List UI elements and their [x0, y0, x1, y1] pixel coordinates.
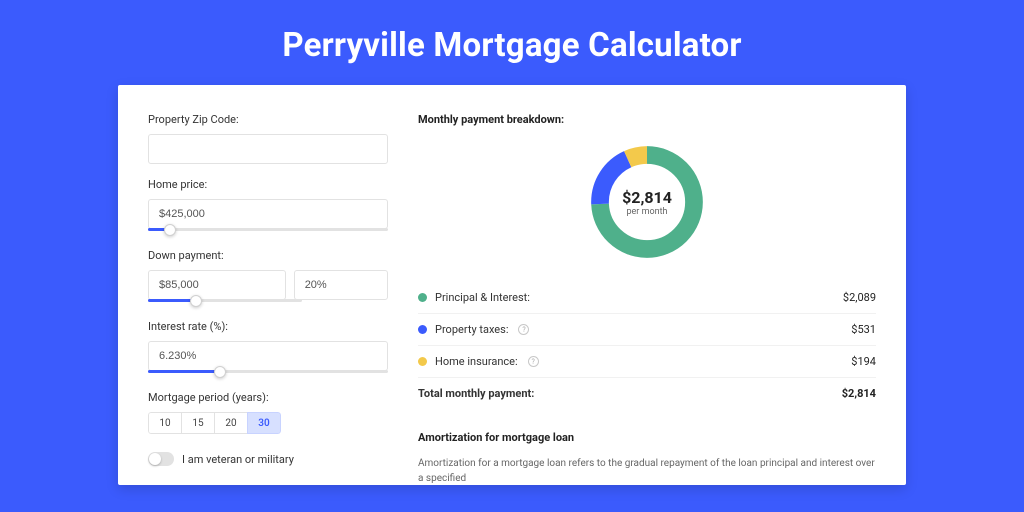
breakdown-panel: Monthly payment breakdown: $2,814 per mo…: [418, 113, 876, 485]
dot-icon: [418, 357, 427, 366]
slider-thumb[interactable]: [164, 224, 176, 236]
interest-input[interactable]: [148, 341, 388, 371]
down-payment-field: Down payment:: [148, 249, 388, 302]
period-label: Mortgage period (years):: [148, 391, 388, 404]
zip-field: Property Zip Code:: [148, 113, 388, 164]
interest-field: Interest rate (%):: [148, 320, 388, 373]
down-payment-pct-input[interactable]: [294, 270, 388, 300]
donut-center: $2,814 per month: [585, 140, 709, 264]
slider-fill: [148, 370, 220, 373]
period-field: Mortgage period (years): 10 15 20 30: [148, 391, 388, 434]
home-price-slider[interactable]: [148, 228, 388, 231]
period-20[interactable]: 20: [214, 412, 248, 434]
down-payment-slider[interactable]: [148, 299, 302, 302]
total-value: $2,814: [842, 387, 876, 400]
home-price-label: Home price:: [148, 178, 388, 191]
legend-value: $531: [851, 323, 876, 336]
home-price-input[interactable]: [148, 199, 388, 229]
info-icon[interactable]: ?: [518, 324, 529, 335]
slider-thumb[interactable]: [190, 295, 202, 307]
period-buttons: 10 15 20 30: [148, 412, 281, 434]
veteran-row: I am veteran or military: [148, 452, 388, 466]
page-title: Perryville Mortgage Calculator: [0, 0, 1024, 85]
legend-principal: Principal & Interest: $2,089: [418, 282, 876, 314]
zip-input[interactable]: [148, 134, 388, 164]
veteran-toggle[interactable]: [148, 452, 174, 466]
dot-icon: [418, 293, 427, 302]
breakdown-heading: Monthly payment breakdown:: [418, 113, 876, 126]
period-10[interactable]: 10: [148, 412, 182, 434]
legend-insurance: Home insurance: ? $194: [418, 346, 876, 378]
home-price-field: Home price:: [148, 178, 388, 231]
interest-label: Interest rate (%):: [148, 320, 388, 333]
legend-taxes: Property taxes: ? $531: [418, 314, 876, 346]
amortization-heading: Amortization for mortgage loan: [418, 431, 876, 444]
interest-slider[interactable]: [148, 370, 388, 373]
veteran-label: I am veteran or military: [182, 453, 294, 466]
legend-label: Principal & Interest:: [435, 291, 530, 304]
slider-fill: [148, 299, 196, 302]
zip-label: Property Zip Code:: [148, 113, 388, 126]
form-panel: Property Zip Code: Home price: Down paym…: [148, 113, 388, 485]
total-label: Total monthly payment:: [418, 387, 534, 400]
legend-label: Property taxes:: [435, 323, 508, 336]
donut-chart: $2,814 per month: [585, 140, 709, 264]
legend-value: $2,089: [843, 291, 876, 304]
info-icon[interactable]: ?: [528, 356, 539, 367]
legend-total: Total monthly payment: $2,814: [418, 378, 876, 409]
period-30[interactable]: 30: [247, 412, 281, 434]
down-payment-label: Down payment:: [148, 249, 388, 262]
calculator-card: Property Zip Code: Home price: Down paym…: [118, 85, 906, 485]
period-15[interactable]: 15: [181, 412, 215, 434]
down-payment-input[interactable]: [148, 270, 286, 300]
toggle-knob: [149, 453, 161, 465]
legend-label: Home insurance:: [435, 355, 518, 368]
slider-thumb[interactable]: [214, 366, 226, 378]
amortization-text: Amortization for a mortgage loan refers …: [418, 456, 876, 485]
dot-icon: [418, 325, 427, 334]
donut-sub: per month: [626, 207, 667, 217]
donut-value: $2,814: [622, 188, 672, 207]
donut-wrap: $2,814 per month: [418, 140, 876, 264]
legend-value: $194: [851, 355, 876, 368]
